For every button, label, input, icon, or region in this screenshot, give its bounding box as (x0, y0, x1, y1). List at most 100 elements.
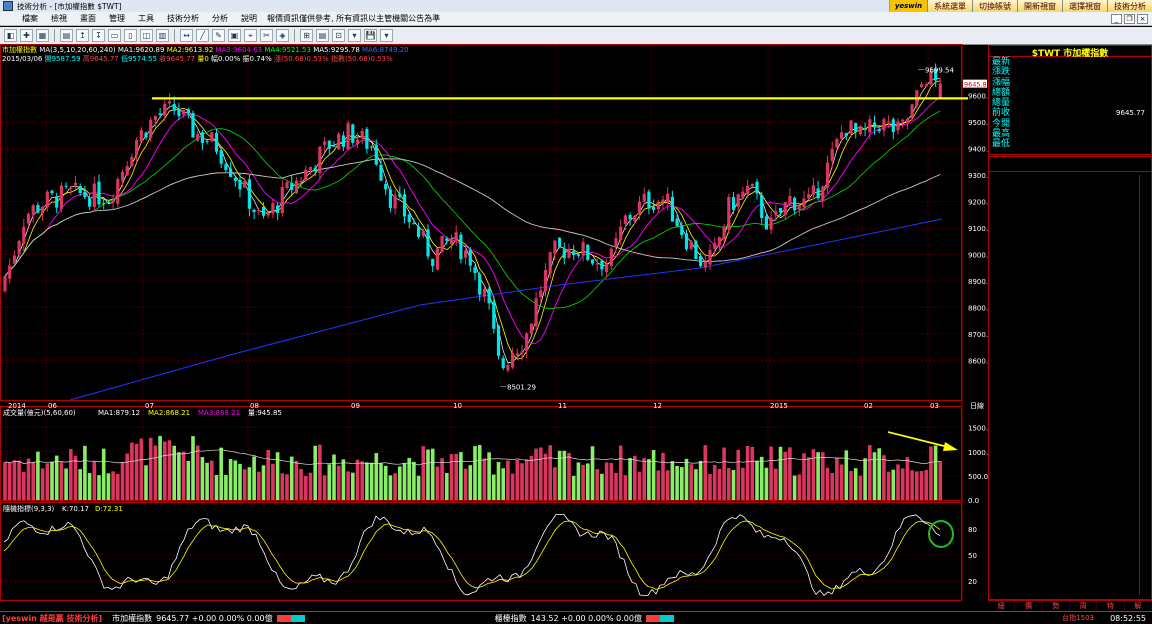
volume-bar (64, 468, 68, 500)
volume-bar (548, 445, 552, 500)
candle-body (22, 226, 26, 244)
candle-body (750, 183, 754, 187)
candle-body (370, 146, 374, 148)
candle-body (229, 168, 233, 178)
volume-bar (167, 440, 172, 500)
volume-bar (553, 467, 557, 500)
candle-body (153, 116, 157, 121)
new-window-button[interactable]: 開新視窗 (1017, 0, 1062, 12)
candle-body (125, 166, 129, 176)
candle-body (214, 132, 219, 152)
volume-bar (764, 467, 769, 500)
tab-special[interactable]: 特 (1097, 601, 1125, 611)
volume-bar (675, 465, 679, 500)
volume-bar (257, 471, 261, 500)
candle-body (778, 208, 783, 213)
volume-bar (50, 461, 54, 500)
candle-body (670, 196, 674, 222)
candle-body (294, 180, 298, 194)
volume-bar (496, 462, 501, 500)
candle-body (825, 162, 830, 188)
volume-bar (571, 475, 576, 500)
volume-bar (938, 461, 943, 500)
candle-body (689, 241, 693, 249)
volume-bar (214, 475, 219, 500)
stoch-d-value: D:72.31 (95, 505, 123, 513)
minimize-icon[interactable]: _ (1111, 14, 1122, 24)
volume-bar (614, 472, 618, 500)
tab-explain[interactable]: 解 (1125, 601, 1152, 611)
volume-bar (529, 455, 534, 500)
volume-bar (839, 464, 844, 500)
volume-ma-line (4, 449, 941, 466)
detail-scrollbar[interactable] (1139, 175, 1149, 595)
price-chart[interactable]: 成交量(億元)(5,60,60) MA1:879.12 MA2:868.21 MA3… (0, 0, 988, 611)
volume-bar (289, 456, 294, 500)
close-icon[interactable]: × (1137, 14, 1148, 24)
stoch-header: 隨機指標(9,3,3) (3, 504, 55, 513)
volume-bar (78, 469, 82, 500)
volume-bar (365, 462, 369, 500)
restore-icon[interactable]: ❐ (1124, 14, 1135, 24)
volume-bar (172, 445, 176, 500)
volume-trend-arrow (887, 431, 949, 448)
volume-bar (407, 457, 411, 500)
candle-body (854, 123, 858, 132)
volume-bar (294, 460, 299, 500)
candle-body (120, 171, 125, 181)
volume-bar (224, 474, 228, 500)
candle-body (788, 195, 792, 205)
candle-body (708, 249, 712, 265)
candle-body (844, 132, 848, 136)
price-tick-label: 9500.0 (968, 119, 988, 127)
candle-body (548, 252, 552, 274)
candle-body (102, 203, 106, 205)
quote-label: 最高 (992, 129, 1011, 140)
volume-bar (153, 445, 158, 500)
price-badge: 9645.8 (964, 81, 987, 89)
quote-label: 漲幅 (992, 77, 1011, 88)
volume-ma1-value: MA1:879.12 (98, 409, 140, 417)
candle-body (496, 325, 501, 356)
volume-bar (426, 449, 430, 500)
candle-body (736, 194, 740, 207)
tab-week[interactable]: 周 (1070, 601, 1098, 611)
candle-body (699, 256, 703, 267)
volume-ma4-value: 量:945.85 (248, 409, 282, 417)
volume-bar (567, 452, 571, 500)
volume-bar (242, 469, 247, 500)
candle-body (285, 182, 289, 188)
candle-body (783, 202, 787, 216)
candle-body (417, 226, 421, 237)
candle-body (581, 242, 585, 256)
tab-price[interactable]: 價 (1015, 601, 1043, 611)
volume-bar (595, 469, 599, 500)
volume-bar (759, 456, 764, 500)
volume-bar (543, 453, 548, 500)
arrowhead-icon (943, 442, 958, 451)
volume-bar (604, 462, 609, 500)
candle-body (83, 191, 87, 198)
tab-detail[interactable]: 細 (988, 601, 1016, 611)
candle-body (355, 139, 360, 145)
candle-body (656, 201, 660, 210)
ma20-line (4, 110, 941, 310)
select-window-button[interactable]: 選擇視窗 (1062, 0, 1107, 12)
tab-trend[interactable]: 勢 (1043, 601, 1070, 611)
candle-body (36, 204, 40, 213)
volume-bar (750, 447, 755, 500)
volume-bar (322, 475, 327, 500)
volume-bar (524, 459, 529, 500)
volume-bar (374, 453, 379, 500)
volume-bar (449, 454, 454, 500)
volume-bar (727, 468, 731, 500)
quote-panel-title: $TWT 市加權指數 (989, 46, 1151, 59)
volume-bar (308, 472, 313, 500)
candle-body (887, 121, 891, 123)
volume-bar (717, 468, 722, 500)
candle-body (807, 194, 811, 199)
time-tick-label: 02 (864, 402, 873, 410)
volume-bar (31, 461, 35, 500)
volume-bar (896, 464, 900, 500)
technical-analysis-button[interactable]: 技術分析 (1107, 0, 1152, 12)
